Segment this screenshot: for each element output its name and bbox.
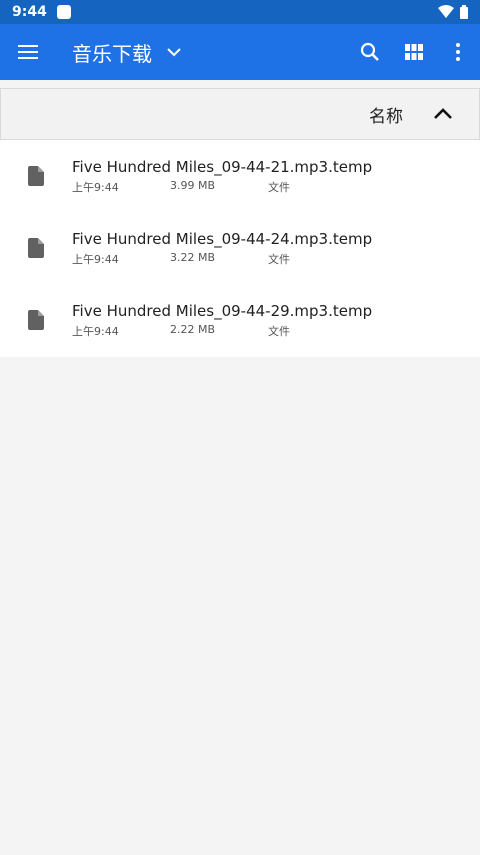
menu-button[interactable]	[0, 24, 56, 80]
file-size: 3.99 MB	[170, 179, 216, 192]
title-dropdown[interactable]: 音乐下载	[72, 36, 190, 68]
dropdown-button[interactable]	[158, 36, 190, 68]
file-type: 文件	[268, 325, 290, 338]
file-name: Five Hundred Miles_09-44-24.mp3.temp	[72, 230, 373, 248]
list-item[interactable]: Five Hundred Miles_09-44-24.mp3.temp 上午9…	[0, 212, 480, 284]
grid-view-icon	[405, 44, 423, 60]
file-meta: 上午9:44 3.99 MB 文件	[72, 179, 480, 195]
chevron-down-icon	[167, 47, 181, 56]
status-bar: 9:44	[0, 0, 480, 24]
battery-icon	[460, 5, 468, 19]
list-item[interactable]: Five Hundred Miles_09-44-29.mp3.temp 上午9…	[0, 284, 480, 356]
file-icon	[28, 166, 44, 186]
file-type: 文件	[268, 253, 290, 266]
file-name: Five Hundred Miles_09-44-21.mp3.temp	[72, 158, 373, 176]
file-icon	[28, 310, 44, 330]
file-icon-container	[0, 212, 72, 284]
file-text: Five Hundred Miles_09-44-21.mp3.temp 上午9…	[72, 157, 480, 195]
chevron-up-icon	[434, 108, 452, 119]
app-bar: 音乐下载	[0, 24, 480, 80]
sort-label[interactable]: 名称	[369, 102, 403, 127]
file-time: 上午9:44	[72, 181, 119, 194]
file-type: 文件	[268, 181, 290, 194]
file-icon	[28, 238, 44, 258]
file-size: 3.22 MB	[170, 251, 216, 264]
file-text: Five Hundred Miles_09-44-29.mp3.temp 上午9…	[72, 301, 480, 339]
more-options-button[interactable]	[436, 24, 480, 80]
search-button[interactable]	[348, 24, 392, 80]
more-vert-icon	[456, 43, 460, 61]
sort-direction-button[interactable]	[427, 98, 459, 130]
file-meta: 上午9:44 3.22 MB 文件	[72, 251, 480, 267]
file-icon-container	[0, 284, 72, 356]
list-item[interactable]: Five Hundred Miles_09-44-21.mp3.temp 上午9…	[0, 140, 480, 212]
file-meta: 上午9:44 2.22 MB 文件	[72, 323, 480, 339]
status-time: 9:44	[12, 4, 47, 20]
file-text: Five Hundred Miles_09-44-24.mp3.temp 上午9…	[72, 229, 480, 267]
file-time: 上午9:44	[72, 325, 119, 338]
file-list: Five Hundred Miles_09-44-21.mp3.temp 上午9…	[0, 140, 480, 357]
sort-bar: 名称	[0, 88, 480, 140]
app-actions	[348, 24, 480, 80]
wifi-icon	[438, 5, 454, 18]
file-name: Five Hundred Miles_09-44-29.mp3.temp	[72, 302, 373, 320]
file-icon-container	[0, 140, 72, 212]
notification-icon	[56, 5, 71, 19]
app-title: 音乐下载	[72, 41, 152, 66]
menu-icon	[18, 45, 38, 59]
file-time: 上午9:44	[72, 253, 119, 266]
search-icon	[360, 42, 379, 61]
file-size: 2.22 MB	[170, 323, 216, 336]
grid-view-button[interactable]	[392, 24, 436, 80]
status-icons	[438, 5, 468, 19]
